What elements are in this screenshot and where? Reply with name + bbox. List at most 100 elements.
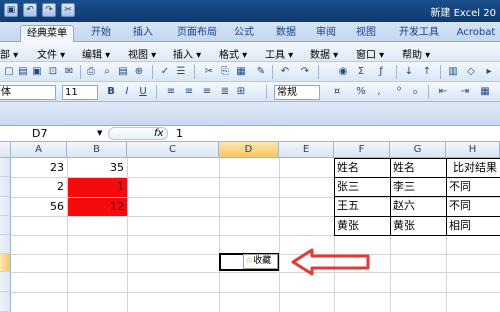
italic-button[interactable]: I [120, 85, 134, 99]
research-icon[interactable]: ☰ [174, 65, 188, 79]
drawing-icon[interactable]: ◇ [464, 65, 478, 79]
column-header-a[interactable]: A [11, 142, 67, 158]
column-header-b[interactable]: B [67, 142, 127, 158]
menu-insert[interactable]: 插入 ▾ [173, 46, 201, 61]
row-header[interactable] [0, 235, 11, 254]
column-header-e[interactable]: E [279, 142, 334, 158]
redo-icon[interactable]: ↷ [42, 3, 56, 17]
table-header-result[interactable]: 比对结果 [447, 159, 500, 178]
more-icon[interactable]: ▸ [482, 65, 496, 79]
cell-b1[interactable]: 35 [67, 158, 127, 177]
cell-b2[interactable]: 1 [67, 177, 127, 196]
name-box-dropdown-icon[interactable]: ▼ [97, 126, 102, 141]
column-header-f[interactable]: F [334, 142, 390, 158]
cell-a3[interactable]: 56 [11, 197, 67, 216]
undo-icon[interactable]: ↶ [23, 3, 37, 17]
increase-indent-icon[interactable]: ⇥ [458, 85, 472, 99]
comma-button[interactable]: , [372, 85, 386, 99]
save-icon[interactable]: ▣ [30, 65, 44, 79]
copy-icon[interactable]: ⎘ [218, 65, 232, 79]
borders-icon[interactable]: ▦ [478, 85, 492, 99]
insert-function-icon[interactable]: fx [154, 126, 163, 141]
table-cell[interactable]: 李三 [391, 178, 447, 197]
hyperlink-icon[interactable]: ◉ [336, 65, 350, 79]
redo-icon[interactable]: ↷ [298, 65, 312, 79]
select-all-corner[interactable] [0, 142, 11, 158]
formula-input[interactable]: 1 [176, 126, 183, 141]
percent-button[interactable]: % [354, 85, 368, 99]
decrease-decimal-icon[interactable]: ₀ [408, 85, 422, 99]
zoom-icon[interactable]: ⊕ [132, 65, 146, 79]
new-icon[interactable]: ▢ [2, 65, 16, 79]
table-cell[interactable]: 黄张 [391, 217, 447, 236]
table-cell[interactable]: 不同 [447, 197, 500, 217]
menu-data[interactable]: 数据 ▾ [310, 46, 338, 61]
tab-insert[interactable]: 插入 [124, 25, 162, 42]
worksheet-grid[interactable]: A B C D E F G H 23 35 2 1 56 12 姓名 姓名 比对… [0, 142, 500, 312]
tab-review[interactable]: 审阅 [308, 25, 344, 42]
menu-view[interactable]: 视图 ▾ [128, 46, 156, 61]
sort-descending-icon[interactable]: ↑ [420, 65, 434, 79]
open-icon[interactable]: ▤ [16, 65, 30, 79]
row-header[interactable] [0, 177, 11, 197]
column-header-c[interactable]: C [127, 142, 219, 158]
justify-icon[interactable]: ≣ [218, 85, 232, 99]
sort-ascending-icon[interactable]: ↓ [402, 65, 416, 79]
tab-view[interactable]: 视图 [348, 25, 384, 42]
decrease-indent-icon[interactable]: ⇤ [436, 85, 450, 99]
cell-a2[interactable]: 2 [11, 177, 67, 196]
row-header[interactable] [0, 292, 11, 312]
scissors-icon[interactable]: ✂ [61, 3, 75, 17]
save-icon[interactable]: ▣ [4, 3, 18, 17]
permission-icon[interactable]: ⊡ [46, 65, 60, 79]
align-left-icon[interactable]: ≡ [164, 85, 178, 99]
table-cell[interactable]: 黄张 [335, 217, 391, 236]
row-header[interactable] [0, 216, 11, 235]
menu-tools[interactable]: 工具 ▾ [265, 46, 293, 61]
table-cell[interactable]: 张三 [335, 178, 391, 197]
column-header-h[interactable]: H [446, 142, 500, 158]
print-icon[interactable]: ⎙ [84, 65, 98, 79]
chart-icon[interactable]: ▥ [446, 65, 460, 79]
format-painter-icon[interactable]: ✎ [254, 65, 268, 79]
tab-formulas[interactable]: 公式 [226, 25, 262, 42]
align-center-icon[interactable]: ≡ [182, 85, 196, 99]
table-header-name2[interactable]: 姓名 [391, 159, 447, 178]
currency-icon[interactable]: ¤ [330, 85, 344, 99]
align-right-icon[interactable]: ≡ [200, 85, 214, 99]
paste-icon[interactable]: ▦ [234, 65, 248, 79]
menu-edit[interactable]: 编辑 ▾ [82, 46, 110, 61]
autosum-icon[interactable]: Σ [354, 65, 368, 79]
menu-file[interactable]: 文件 ▾ [37, 46, 65, 61]
cell-a1[interactable]: 23 [11, 158, 67, 177]
number-format-combo[interactable]: 常规 [274, 85, 320, 100]
tab-developer[interactable]: 开发工具 [390, 25, 448, 42]
email-icon[interactable]: ✉ [62, 65, 76, 79]
column-header-d[interactable]: D [219, 142, 279, 158]
increase-decimal-icon[interactable]: ⁰ [392, 85, 406, 99]
menu-help[interactable]: 帮助 ▾ [402, 46, 430, 61]
table-cell[interactable]: 赵六 [391, 197, 447, 217]
row-header[interactable] [0, 197, 11, 216]
tab-page-layout[interactable]: 页面布局 [168, 25, 226, 42]
row-header-selected[interactable] [0, 254, 11, 272]
tab-acrobat[interactable]: Acrobat [452, 25, 500, 42]
tab-data[interactable]: 数据 [268, 25, 304, 42]
table-cell[interactable]: 相同 [447, 217, 500, 236]
row-header[interactable] [0, 272, 11, 292]
tab-home[interactable]: 开始 [82, 25, 120, 42]
font-name-combo[interactable]: 体 [0, 85, 56, 100]
menu-all[interactable]: 部 ▾ [0, 46, 18, 61]
merge-center-icon[interactable]: ⊞ [234, 85, 248, 99]
undo-icon[interactable]: ↶ [278, 65, 292, 79]
cell-b3[interactable]: 12 [67, 197, 127, 216]
name-box[interactable]: D7 [0, 126, 106, 141]
cut-icon[interactable]: ✂ [202, 65, 216, 79]
menu-window[interactable]: 窗口 ▾ [356, 46, 384, 61]
print-preview-icon[interactable]: ⌕ [100, 65, 114, 79]
spelling-icon[interactable]: ✓ [158, 65, 172, 79]
underline-button[interactable]: U [136, 85, 150, 99]
tab-classic-menu[interactable]: 经典菜单 [20, 25, 74, 42]
table-header-name1[interactable]: 姓名 [335, 159, 391, 178]
table-cell[interactable]: 不同 [447, 178, 500, 197]
